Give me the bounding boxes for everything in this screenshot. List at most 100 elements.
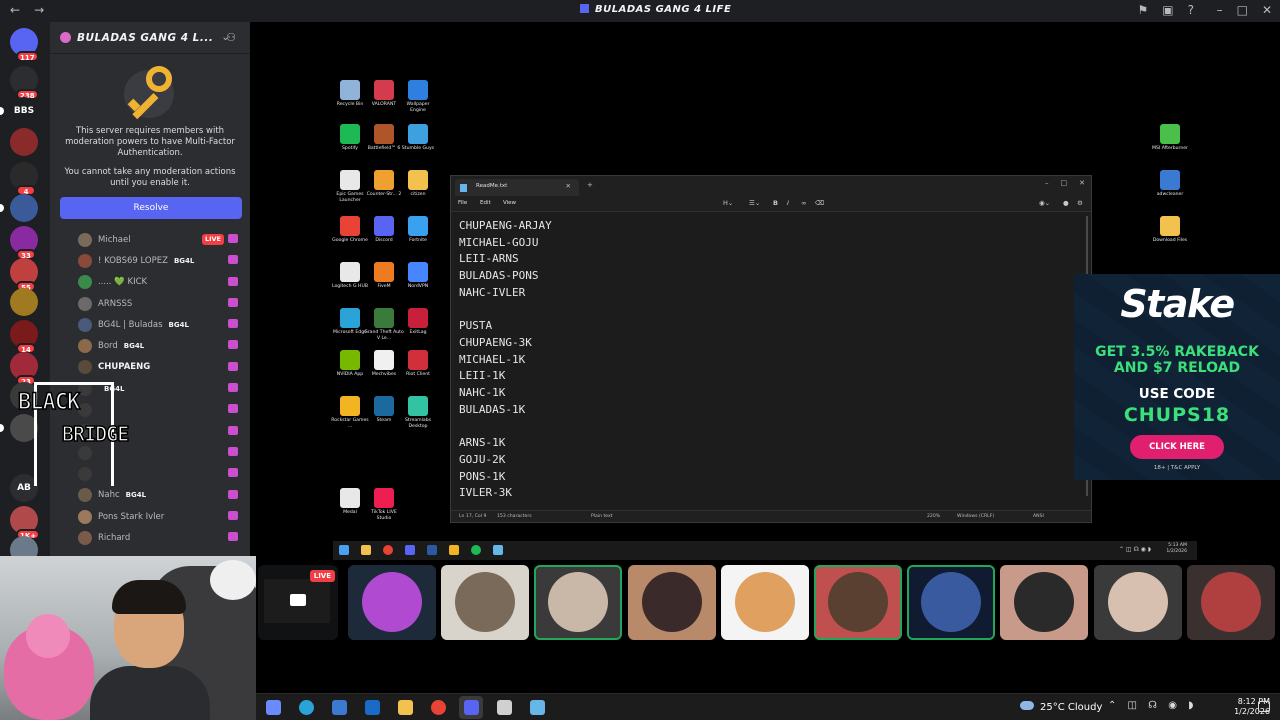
server-icon-4[interactable]: 4 — [10, 162, 38, 196]
voice-member[interactable]: BG4L | Buladas BG4L — [78, 314, 250, 335]
menu-edit[interactable]: Edit — [480, 200, 491, 206]
participant-tile[interactable] — [907, 565, 996, 640]
discord-icon[interactable] — [405, 545, 415, 555]
maximize-icon[interactable]: □ — [1061, 179, 1068, 187]
desktop-icon[interactable]: Streamlabs Desktop — [398, 396, 438, 429]
ad-line-2: AND $7 RELOAD — [1113, 360, 1241, 376]
notepad-text-area[interactable]: CHUPAENG-ARJAY MICHAEL-GOJU LEII-ARNS BU… — [459, 218, 552, 502]
steam-icon[interactable] — [427, 545, 437, 555]
store-icon[interactable] — [332, 700, 347, 715]
outlook-icon[interactable] — [365, 700, 380, 715]
desktop-icon[interactable]: adwcleaner — [1150, 170, 1190, 198]
desktop-icon[interactable]: Stumble Guys — [398, 124, 438, 152]
menu-file[interactable]: File — [458, 200, 467, 206]
voice-member[interactable]: Bord BG4L — [78, 335, 250, 356]
voice-member[interactable]: Richard — [78, 527, 250, 548]
notepad-icon[interactable] — [530, 700, 545, 715]
server-icon-14[interactable]: 1K+ — [10, 506, 41, 540]
activity-icon — [228, 489, 238, 499]
click-here-button[interactable]: CLICK HERE — [1130, 435, 1224, 459]
discord-icon[interactable] — [464, 700, 479, 715]
server-icon-6[interactable]: 33 — [10, 226, 38, 260]
inbox-icon[interactable]: ⚑ — [1138, 3, 1149, 17]
minimize-icon[interactable]: – — [1217, 3, 1223, 17]
close-icon[interactable]: ✕ — [1262, 3, 1272, 17]
close-icon[interactable]: ✕ — [1079, 179, 1085, 187]
bold-icon[interactable]: B — [773, 199, 778, 207]
back-arrow-icon[interactable]: ← — [10, 3, 20, 17]
notepad-icon[interactable] — [493, 545, 503, 555]
desktop-icon[interactable]: Download Files — [1150, 216, 1190, 244]
screen-share-tile[interactable]: LIVE — [258, 565, 338, 640]
invite-people-icon[interactable]: ⚇ — [226, 31, 236, 44]
minimize-icon[interactable]: – — [1045, 179, 1049, 187]
server-icon-3[interactable] — [10, 128, 38, 156]
resolve-button[interactable]: Resolve — [60, 197, 242, 219]
voice-member[interactable]: ARNSSS — [78, 293, 250, 314]
weather-widget[interactable]: 25°C Cloudy — [1020, 701, 1102, 713]
maximize-icon[interactable]: □ — [1237, 3, 1248, 17]
help-icon[interactable]: ? — [1188, 3, 1194, 17]
voice-member[interactable]: Michael LIVE — [78, 229, 250, 250]
participant-tile[interactable] — [720, 565, 809, 640]
desktop-icon[interactable]: NordVPN — [398, 262, 438, 290]
clear-format-icon[interactable]: ⌫ — [815, 199, 824, 207]
explorer-icon[interactable] — [361, 545, 371, 555]
server-icon-10[interactable]: 23 — [10, 352, 38, 386]
desktop-icon[interactable]: Wallpaper Engine — [398, 80, 438, 113]
account-icon[interactable]: ● — [1063, 199, 1069, 207]
voice-member[interactable]: ! KOBS69 LOPEZ BG4L — [78, 250, 250, 271]
rockstar-icon[interactable] — [449, 545, 459, 555]
desktop-icon[interactable]: citizen — [398, 170, 438, 198]
server-icon-9[interactable]: 14 — [10, 320, 38, 354]
obs-icon[interactable] — [497, 700, 512, 715]
copilot-icon[interactable]: ◉⌄ — [1039, 199, 1050, 207]
close-tab-icon[interactable]: ✕ — [566, 182, 571, 190]
notepad-tab[interactable]: ReadMe.txt ✕ — [455, 179, 579, 196]
server-badge-icon — [60, 32, 71, 43]
voice-member[interactable]: ..... 💚 KICK — [78, 272, 250, 293]
desktop-icon[interactable]: ExitLag — [398, 308, 438, 336]
desktop-icon[interactable]: MSI Afterburner — [1150, 124, 1190, 152]
server-icon-1[interactable]: 238 — [10, 66, 39, 100]
voice-member[interactable]: CHUPAENG — [78, 357, 250, 378]
settings-icon[interactable]: ⚙ — [1077, 199, 1083, 207]
chrome-icon[interactable] — [431, 700, 446, 715]
heading-icon[interactable]: H⌄ — [723, 199, 733, 207]
list-icon[interactable]: ☰⌄ — [749, 199, 760, 207]
participant-tile[interactable] — [441, 565, 530, 640]
forward-arrow-icon[interactable]: → — [34, 3, 44, 17]
participant-tile[interactable] — [348, 565, 436, 640]
notification-icon[interactable] — [1258, 701, 1270, 712]
stake-logo: Stake — [1120, 282, 1235, 326]
edge-icon[interactable] — [299, 700, 314, 715]
italic-icon[interactable]: I — [787, 199, 789, 207]
server-header[interactable]: BULADAS GANG 4 L... ⌄ ⚇ — [50, 22, 250, 54]
copilot-icon[interactable] — [266, 700, 281, 715]
desktop-icon[interactable]: Fortnite — [398, 216, 438, 244]
server-icon-2[interactable]: BBS — [0, 97, 38, 125]
participant-tile[interactable] — [814, 565, 902, 640]
desktop-icon[interactable]: TikTok LIVE Studio — [364, 488, 404, 521]
new-tab-icon[interactable]: + — [587, 181, 593, 189]
participant-tile[interactable] — [627, 565, 716, 640]
server-icon-0[interactable]: 117 — [10, 28, 39, 62]
link-icon[interactable]: ∞ — [801, 199, 806, 207]
explorer-icon[interactable] — [398, 700, 413, 715]
participant-tile[interactable] — [534, 565, 623, 640]
server-icon-7[interactable]: 55 — [10, 258, 38, 292]
start-icon[interactable] — [339, 545, 349, 555]
menu-view[interactable]: View — [503, 200, 516, 206]
desktop-icon[interactable]: Riot Client — [398, 350, 438, 378]
participant-tile[interactable] — [1093, 565, 1182, 640]
spotify-icon[interactable] — [471, 545, 481, 555]
app-icon — [408, 216, 428, 236]
participant-tile[interactable] — [1186, 565, 1275, 640]
chrome-icon[interactable] — [383, 545, 393, 555]
server-icon-5[interactable] — [0, 194, 38, 222]
voice-member[interactable]: Pons Stark Ivler — [78, 506, 250, 527]
participant-tile[interactable] — [1000, 565, 1089, 640]
system-tray-icons[interactable]: ⌃ ◫ ☊ ◉ ◗ — [1108, 700, 1197, 711]
screen-icon[interactable]: ▣ — [1162, 3, 1173, 17]
server-icon-8[interactable] — [10, 288, 38, 316]
